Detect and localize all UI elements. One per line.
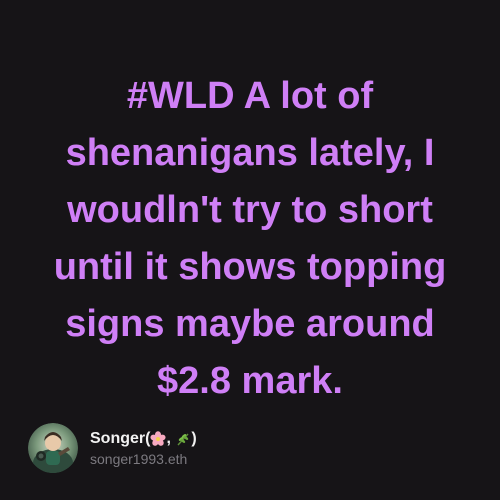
author-name-suffix: ) <box>191 429 197 447</box>
author-meta: Songer( ,) songer1993.eth <box>90 429 197 468</box>
author-name-separator: , <box>166 429 176 447</box>
author-name[interactable]: Songer( ,) <box>90 429 197 449</box>
author-info: Songer( ,) songer1993.eth <box>28 420 197 476</box>
cherry-blossom-icon <box>150 430 166 446</box>
author-handle[interactable]: songer1993.eth <box>90 450 197 468</box>
quote-card: #WLD A lot of shenanigans lately, I woud… <box>0 0 500 500</box>
post-text: #WLD A lot of shenanigans lately, I woud… <box>53 75 447 402</box>
avatar[interactable] <box>28 423 78 473</box>
author-name-prefix: Songer( <box>90 429 151 447</box>
herb-icon <box>177 433 189 445</box>
user-avatar-icon <box>28 423 78 473</box>
